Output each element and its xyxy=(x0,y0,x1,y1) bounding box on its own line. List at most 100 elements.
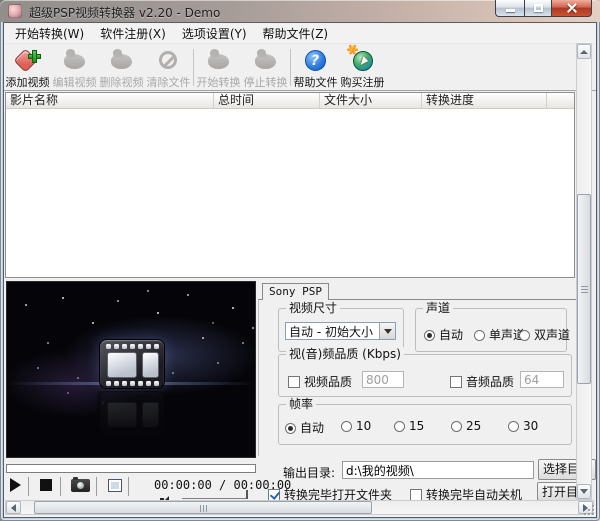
edit-video-button[interactable]: 编辑视频 xyxy=(51,45,98,90)
help-file-button[interactable]: ? 帮助文件 xyxy=(292,45,339,90)
radio-icon[interactable] xyxy=(341,421,352,432)
scroll-left-button[interactable] xyxy=(6,501,21,514)
output-dir-label: 输出目录: xyxy=(283,464,335,481)
radio-icon[interactable] xyxy=(394,421,405,432)
menu-bar: 开始转换(W) 软件注册(X) 选项设置(Y) 帮助文件(Z) xyxy=(5,24,595,44)
app-icon xyxy=(8,4,22,18)
start-convert-icon xyxy=(205,48,233,73)
starfield-decoration xyxy=(7,282,9,284)
volume-slider-thumb[interactable] xyxy=(246,490,248,499)
stop-button[interactable] xyxy=(40,479,52,491)
filmstrip-icon xyxy=(99,339,165,389)
control-separator xyxy=(128,477,129,496)
checkbox-icon[interactable] xyxy=(450,376,462,388)
menu-help[interactable]: 帮助文件(Z) xyxy=(255,23,337,44)
window-title: 超级PSP视频转换器 v2.20 - Demo xyxy=(29,4,220,21)
radio-fps-25[interactable]: 25 xyxy=(451,419,481,433)
close-button[interactable] xyxy=(552,0,592,17)
radio-icon[interactable] xyxy=(451,421,462,432)
up-arrow-icon xyxy=(580,46,588,54)
audio-quality-input[interactable] xyxy=(520,371,564,388)
start-convert-button[interactable]: 开始转换 xyxy=(195,45,242,90)
radio-icon[interactable] xyxy=(474,330,485,341)
radio-channel-stereo[interactable]: 双声道 xyxy=(519,326,570,343)
minimize-icon xyxy=(506,9,515,12)
video-preview xyxy=(6,281,256,458)
menu-register[interactable]: 软件注册(X) xyxy=(92,23,174,44)
radio-icon[interactable] xyxy=(285,423,296,434)
radio-fps-auto[interactable]: 自动 xyxy=(285,419,324,436)
video-quality-checkbox[interactable]: 视频品质 xyxy=(288,373,352,390)
buy-register-button[interactable]: 购买注册 xyxy=(339,45,386,90)
reflection-fade xyxy=(97,391,167,443)
file-list-body[interactable] xyxy=(6,109,574,277)
stop-icon xyxy=(40,479,52,491)
app-window: 超级PSP视频转换器 v2.20 - Demo 开始转换(W) 软件注册(X) … xyxy=(0,0,600,521)
channels-title: 声道 xyxy=(423,301,453,315)
radio-icon[interactable] xyxy=(519,330,530,341)
seek-bar[interactable] xyxy=(6,464,256,473)
toolbar: 添加视频 编辑视频 删除视频 清除文件 开始转换 停止转换 xyxy=(4,45,596,91)
column-movie-name[interactable]: 影片名称 xyxy=(6,93,214,108)
maximize-button[interactable] xyxy=(524,0,552,17)
video-quality-input[interactable] xyxy=(362,371,404,388)
edit-video-icon xyxy=(61,48,89,73)
scroll-down-button[interactable] xyxy=(577,484,591,499)
window-controls xyxy=(495,0,592,17)
maximize-icon xyxy=(534,4,543,12)
quality-title: 视(音)频品质 (Kbps) xyxy=(286,347,404,361)
framerate-title: 帧率 xyxy=(286,397,316,411)
video-size-dropdown[interactable]: 自动 - 初始大小 xyxy=(285,322,396,340)
file-list: 影片名称 总时间 文件大小 转换进度 xyxy=(5,92,575,278)
menu-start-convert[interactable]: 开始转换(W) xyxy=(7,23,92,44)
clear-files-button[interactable]: 清除文件 xyxy=(145,45,192,90)
toolbar-separator xyxy=(193,49,194,86)
radio-icon[interactable] xyxy=(424,330,435,341)
radio-channel-auto[interactable]: 自动 xyxy=(424,326,463,343)
snapshot-button[interactable] xyxy=(71,479,90,492)
control-separator xyxy=(96,477,97,496)
radio-channel-mono[interactable]: 单声道 xyxy=(474,326,525,343)
checkbox-icon[interactable] xyxy=(288,376,300,388)
horizontal-scrollbar[interactable] xyxy=(5,500,594,515)
vertical-scrollbar[interactable] xyxy=(576,43,592,500)
volume-slider[interactable] xyxy=(182,491,248,499)
radio-icon[interactable] xyxy=(508,421,519,432)
fullscreen-icon xyxy=(108,479,122,492)
control-separator xyxy=(60,477,61,496)
radio-fps-10[interactable]: 10 xyxy=(341,419,371,433)
radio-fps-15[interactable]: 15 xyxy=(394,419,424,433)
camera-icon xyxy=(71,479,90,492)
resize-grip[interactable] xyxy=(583,504,595,516)
dropdown-arrow-icon[interactable] xyxy=(379,323,395,339)
column-file-size[interactable]: 文件大小 xyxy=(320,93,422,108)
file-list-header: 影片名称 总时间 文件大小 转换进度 xyxy=(6,93,574,109)
play-button[interactable] xyxy=(10,478,21,492)
fullscreen-button[interactable] xyxy=(108,479,122,492)
column-total-time[interactable]: 总时间 xyxy=(214,93,320,108)
column-empty xyxy=(547,93,574,108)
toolbar-separator xyxy=(290,49,291,86)
minimize-button[interactable] xyxy=(495,0,524,17)
vertical-scroll-thumb[interactable] xyxy=(577,194,591,384)
clear-files-icon xyxy=(155,48,183,73)
scroll-up-button[interactable] xyxy=(577,44,591,59)
add-video-icon xyxy=(14,48,42,73)
add-video-button[interactable]: 添加视频 xyxy=(4,45,51,90)
horizontal-scroll-thumb[interactable] xyxy=(34,501,372,514)
tab-sony-psp[interactable]: Sony PSP xyxy=(262,283,329,300)
output-dir-input[interactable] xyxy=(342,461,534,479)
video-size-value: 自动 - 初始大小 xyxy=(286,323,379,340)
audio-quality-checkbox[interactable]: 音频品质 xyxy=(450,373,514,390)
buy-register-icon xyxy=(349,48,377,73)
delete-video-button[interactable]: 删除视频 xyxy=(98,45,145,90)
stop-convert-button[interactable]: 停止转换 xyxy=(242,45,289,90)
down-arrow-icon xyxy=(580,489,588,498)
menu-options[interactable]: 选项设置(Y) xyxy=(174,23,255,44)
play-icon xyxy=(10,478,21,492)
video-size-title: 视频尺寸 xyxy=(286,301,340,315)
delete-video-icon xyxy=(108,48,136,73)
radio-fps-30[interactable]: 30 xyxy=(508,419,538,433)
column-progress[interactable]: 转换进度 xyxy=(422,93,547,108)
control-separator xyxy=(28,477,29,496)
